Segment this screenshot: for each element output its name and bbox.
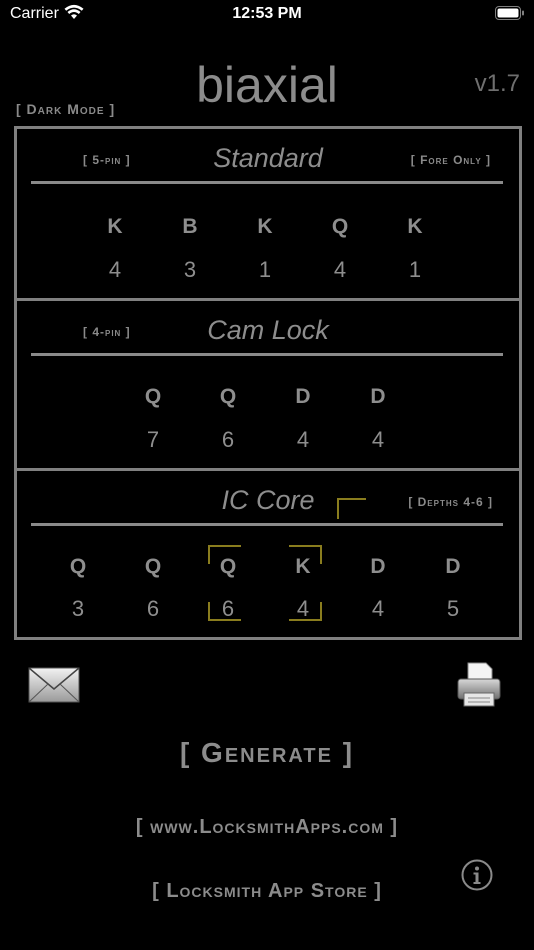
generate-button[interactable]: [ Generate ] [0,737,534,769]
printer-icon[interactable] [456,661,502,709]
cut-letter: B [182,215,198,238]
section-divider [31,353,503,356]
info-icon[interactable] [461,859,493,891]
bitting-panel: [ 5-pin ] Standard [ Fore Only ] K B K Q… [14,126,522,640]
cut-depth: 6 [221,427,235,452]
cut-depth: 4 [371,596,385,621]
cut-letter: Q [219,555,237,578]
cut-letter: Q [144,555,162,578]
cut-depth: 4 [371,427,385,452]
app-store-link[interactable]: [ Locksmith App Store ] [0,880,534,903]
standard-section: [ 5-pin ] Standard [ Fore Only ] K B K Q… [17,129,519,296]
cut-letter: Q [69,555,87,578]
cut-letter: Q [219,385,237,408]
cam-lock-section: [ 4-pin ] Cam Lock Q Q D D 7 6 4 4 [17,298,519,468]
cut-depth: 3 [183,257,197,282]
depth-range-bracket-icon [337,498,366,519]
cut-depth: 4 [108,257,122,282]
section-title-cam-lock: Cam Lock [207,315,329,345]
section-divider [31,181,503,184]
cut-letter: Q [331,215,349,238]
website-link[interactable]: [ www.LocksmithApps.com ] [0,816,534,839]
cut-letter: K [295,555,311,578]
cut-depth: 1 [258,257,272,282]
cut-depth: 3 [71,596,85,621]
cut-depth: 5 [446,596,460,621]
status-bar: Carrier 12:53 PM [0,0,534,30]
dark-mode-toggle[interactable]: [ Dark Mode ] [16,101,115,117]
cut-letter: K [257,215,273,238]
cut-letter: D [370,555,386,578]
cut-depth: 4 [296,427,310,452]
cut-letter: Q [144,385,162,408]
cut-depth: 7 [146,427,160,452]
cut-depth: 4 [296,596,310,621]
cut-letter: D [445,555,461,578]
mail-icon[interactable] [28,667,80,703]
ic-core-section: IC Core [ Depths 4-6 ] Q Q Q K D D 3 6 6… [17,468,519,638]
status-time: 12:53 PM [232,5,302,22]
cut-letter: K [107,215,123,238]
cut-letter: D [370,385,386,408]
cut-depth: 1 [408,257,422,282]
section-divider [31,523,503,526]
cut-letter: D [295,385,311,408]
battery-icon [495,6,524,20]
version-label: v1.7 [474,70,520,97]
fore-only-tag: [ Fore Only ] [410,153,491,167]
cut-letter: K [407,215,423,238]
cut-depth: 4 [333,257,347,282]
depth-range-tag: [ Depths 4-6 ] [408,495,493,509]
cut-depth: 6 [221,596,235,621]
cut-depth: 6 [146,596,160,621]
